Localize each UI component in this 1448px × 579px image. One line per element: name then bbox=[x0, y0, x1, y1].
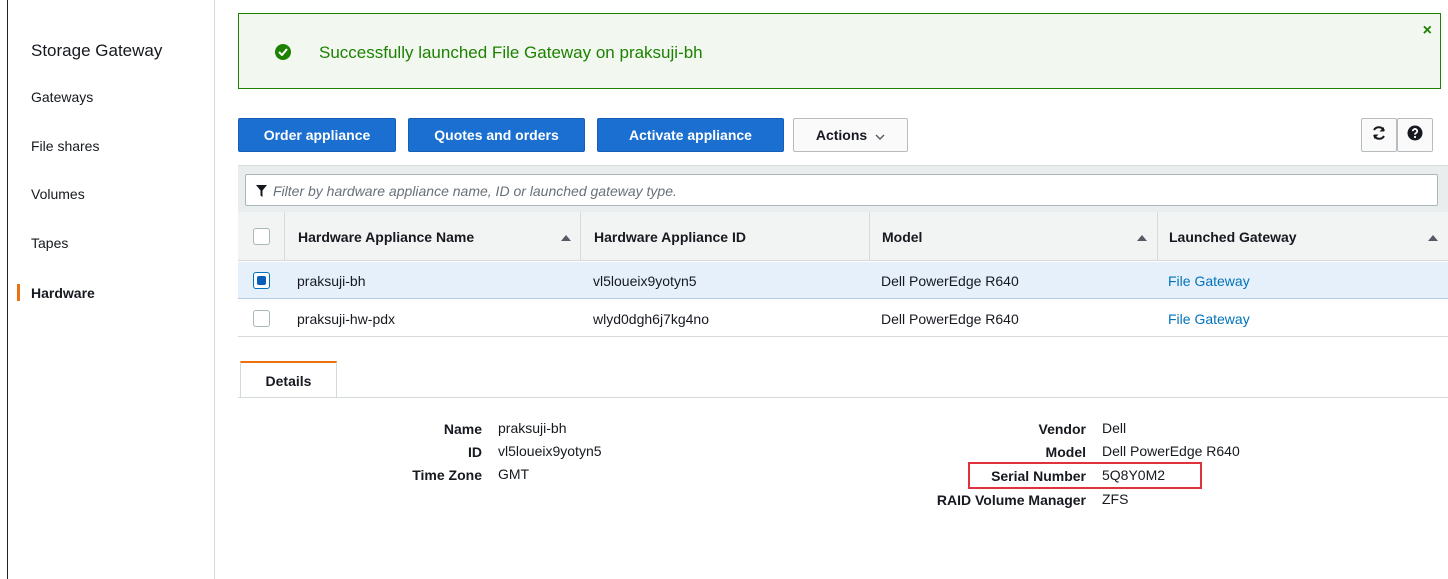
filter-bar: Filter by hardware appliance name, ID or… bbox=[238, 165, 1448, 212]
filter-input[interactable]: Filter by hardware appliance name, ID or… bbox=[245, 174, 1438, 206]
order-appliance-button[interactable]: Order appliance bbox=[238, 118, 396, 152]
cell-name: praksuji-bh bbox=[297, 272, 366, 289]
row-checkbox[interactable] bbox=[253, 272, 270, 289]
table-header: Hardware Appliance Name Hardware Applian… bbox=[238, 212, 1448, 261]
sidebar-item-hardware[interactable]: Hardware bbox=[31, 285, 95, 301]
table-row[interactable]: praksuji-bh vl5loueix9yotyn5 Dell PowerE… bbox=[238, 262, 1448, 299]
sidebar-item-file-shares[interactable]: File shares bbox=[31, 138, 99, 154]
cell-id: vl5loueix9yotyn5 bbox=[593, 272, 697, 289]
sidebar: Storage Gateway Gateways File shares Vol… bbox=[8, 0, 215, 579]
detail-label-vendor: Vendor bbox=[1038, 421, 1086, 437]
detail-label-raid: RAID Volume Manager bbox=[936, 492, 1086, 508]
filter-placeholder: Filter by hardware appliance name, ID or… bbox=[273, 183, 677, 199]
detail-value-timezone: GMT bbox=[498, 466, 530, 482]
detail-value-id: vl5loueix9yotyn5 bbox=[498, 443, 602, 459]
cell-model: Dell PowerEdge R640 bbox=[881, 310, 1019, 327]
quotes-orders-label: Quotes and orders bbox=[434, 127, 559, 143]
column-header-model-label: Model bbox=[882, 228, 923, 245]
sort-icon bbox=[561, 235, 571, 241]
actions-label: Actions bbox=[815, 127, 868, 143]
detail-value-vendor: Dell bbox=[1102, 420, 1127, 436]
help-icon bbox=[1407, 125, 1423, 146]
sidebar-item-tapes[interactable]: Tapes bbox=[31, 235, 68, 251]
success-flash: Successfully launched File Gateway on pr… bbox=[238, 13, 1441, 89]
sort-icon bbox=[1137, 235, 1147, 241]
active-indicator bbox=[17, 284, 20, 301]
sidebar-item-volumes[interactable]: Volumes bbox=[31, 186, 85, 202]
app-frame: Storage Gateway Gateways File shares Vol… bbox=[7, 0, 1448, 579]
check-circle-icon bbox=[275, 44, 291, 60]
tab-details[interactable]: Details bbox=[240, 361, 337, 398]
table-row[interactable]: praksuji-hw-pdx wlyd0dgh6j7kg4no Dell Po… bbox=[238, 300, 1448, 337]
column-header-id-label: Hardware Appliance ID bbox=[594, 228, 746, 245]
sort-icon bbox=[1428, 235, 1438, 241]
sidebar-item-gateways[interactable]: Gateways bbox=[31, 89, 93, 105]
flash-message: Successfully launched File Gateway on pr… bbox=[319, 43, 703, 62]
serial-number-highlight bbox=[968, 462, 1202, 489]
column-header-name[interactable]: Hardware Appliance Name bbox=[284, 212, 580, 261]
order-appliance-label: Order appliance bbox=[263, 127, 371, 143]
detail-value-name: praksuji-bh bbox=[498, 420, 567, 436]
cell-gateway-link[interactable]: File Gateway bbox=[1168, 300, 1250, 337]
refresh-button[interactable] bbox=[1361, 118, 1397, 152]
tab-divider bbox=[238, 397, 1448, 398]
activate-appliance-button[interactable]: Activate appliance bbox=[597, 118, 784, 152]
cell-name: praksuji-hw-pdx bbox=[297, 310, 396, 327]
detail-label-timezone: Time Zone bbox=[412, 467, 482, 483]
detail-label-name: Name bbox=[443, 421, 482, 437]
tab-details-label: Details bbox=[265, 372, 312, 389]
detail-value-model: Dell PowerEdge R640 bbox=[1102, 443, 1240, 459]
column-header-gateway[interactable]: Launched Gateway bbox=[1157, 212, 1448, 261]
detail-value-raid: ZFS bbox=[1102, 491, 1129, 507]
column-header-gateway-label: Launched Gateway bbox=[1169, 228, 1297, 245]
actions-dropdown[interactable]: Actions bbox=[793, 118, 908, 152]
filter-icon bbox=[256, 184, 267, 202]
column-header-model[interactable]: Model bbox=[869, 212, 1157, 261]
cell-model: Dell PowerEdge R640 bbox=[881, 272, 1019, 289]
activate-appliance-label: Activate appliance bbox=[629, 127, 752, 143]
quotes-orders-button[interactable]: Quotes and orders bbox=[408, 118, 585, 152]
column-header-id[interactable]: Hardware Appliance ID bbox=[580, 212, 869, 261]
sidebar-title[interactable]: Storage Gateway bbox=[31, 41, 162, 61]
appliance-table: Filter by hardware appliance name, ID or… bbox=[238, 165, 1448, 337]
header-select-cell bbox=[238, 212, 284, 261]
column-header-name-label: Hardware Appliance Name bbox=[298, 228, 475, 245]
help-button[interactable] bbox=[1397, 118, 1433, 152]
row-checkbox[interactable] bbox=[253, 310, 270, 327]
select-all-checkbox[interactable] bbox=[253, 228, 270, 245]
detail-label-id: ID bbox=[468, 444, 482, 460]
cell-gateway-link[interactable]: File Gateway bbox=[1168, 262, 1250, 299]
cell-id: wlyd0dgh6j7kg4no bbox=[593, 310, 709, 327]
close-icon[interactable]: × bbox=[1423, 22, 1432, 40]
chevron-down-icon bbox=[875, 127, 885, 143]
detail-label-model: Model bbox=[1045, 444, 1086, 460]
refresh-icon bbox=[1371, 125, 1387, 146]
